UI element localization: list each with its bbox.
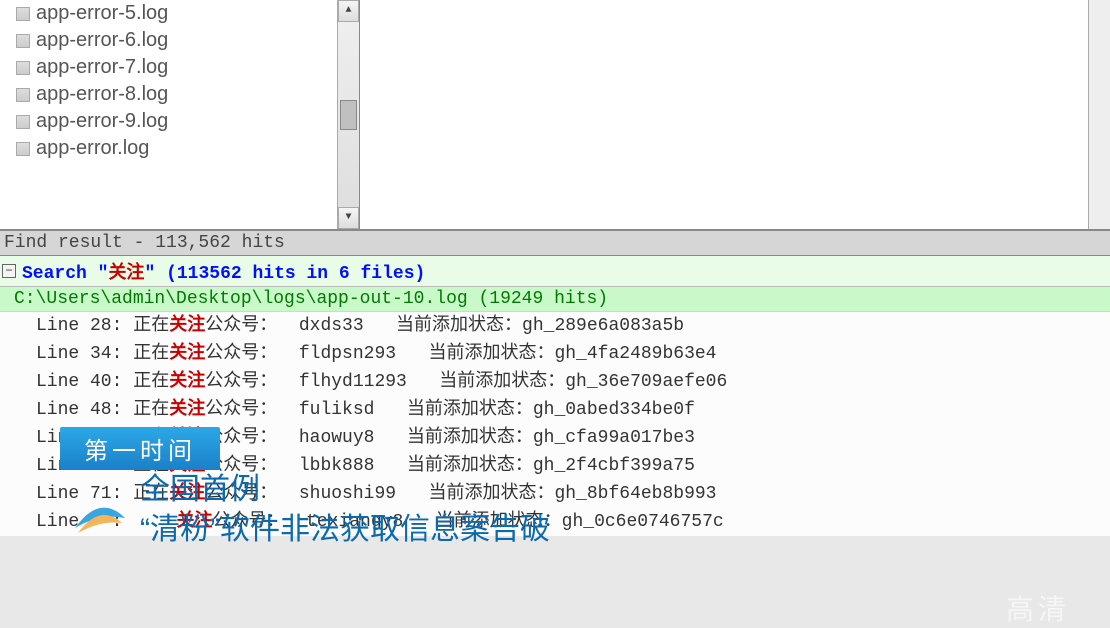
file-item[interactable]: app-error.log [0,135,359,162]
result-line[interactable]: Line 40: 正在关注公众号： flhyd11293 当前添加状态：gh_3… [0,368,1110,396]
line-keyword: 关注 [169,428,205,448]
file-name: app-error-5.log [36,2,168,25]
result-line[interactable]: Line 56: 正在关注公众号： haowuy8 当前添加状态：gh_cfa9… [0,424,1110,452]
line-keyword: 关注 [169,344,205,364]
file-name: app-error-8.log [36,83,168,106]
collapse-toggle[interactable]: − [2,264,16,278]
file-name: app-error-9.log [36,110,168,133]
result-line[interactable]: Line 28: 正在关注公众号： dxds33 当前添加状态：gh_289e6… [0,312,1110,340]
file-icon [16,34,30,48]
search-header: − Search "关注" (113562 hits in 6 files) [0,256,1110,287]
line-label: Line 28: [36,316,122,336]
result-line[interactable]: Line : 关注公众号： texiangy8 当前添加状态：gh_0c6e07… [0,508,1110,536]
file-icon [16,88,30,102]
line-label: Line 34: [36,344,122,364]
file-item[interactable]: app-error-7.log [0,54,359,81]
file-icon [16,7,30,21]
search-prefix: Search [22,264,98,284]
line-pre: 正在 [122,484,169,504]
file-list-scrollbar[interactable]: ▲ ▼ [337,0,359,229]
line-pre: 正在 [122,400,169,420]
line-label: Line 56: [36,428,122,448]
line-label: Line 40: [36,372,122,392]
search-quote-open: " [98,264,109,284]
line-post: 公众号： haowuy8 当前添加状态：gh_cfa99a017be3 [205,428,695,448]
line-label: Line 66: [36,456,122,476]
file-item[interactable]: app-error-8.log [0,81,359,108]
line-label: Line 71: [36,484,122,504]
line-post: 公众号： fldpsn293 当前添加状态：gh_4fa2489b63e4 [205,344,716,364]
line-label: Line 48: [36,400,122,420]
line-pre [122,512,176,532]
file-item[interactable]: app-error-9.log [0,108,359,135]
line-post: 公众号： shuoshi99 当前添加状态：gh_8bf64eb8b993 [205,484,716,504]
file-item[interactable]: app-error-6.log [0,27,359,54]
file-icon [16,61,30,75]
file-icon [16,142,30,156]
find-result-status: Find result - 113,562 hits [0,230,1110,256]
line-label: Line : [36,512,122,532]
line-keyword: 关注 [169,456,205,476]
line-post: 公众号： dxds33 当前添加状态：gh_289e6a083a5b [205,316,684,336]
line-pre: 正在 [122,344,169,364]
search-summary: (113562 hits in 6 files) [166,264,425,284]
scroll-thumb[interactable] [340,100,357,130]
result-line[interactable]: Line 66: 正在关注公众号： lbbk888 当前添加状态：gh_2f4c… [0,452,1110,480]
line-pre: 正在 [122,456,169,476]
line-post: 公众号： fuliksd 当前添加状态：gh_0abed334be0f [205,400,695,420]
file-name: app-error-7.log [36,56,168,79]
line-pre: 正在 [122,372,169,392]
line-keyword: 关注 [169,372,205,392]
line-keyword: 关注 [169,484,205,504]
line-post: 公众号： texiangy8 当前添加状态：gh_0c6e0746757c [212,512,723,532]
line-post: 公众号： flhyd11293 当前添加状态：gh_36e709aefe06 [205,372,727,392]
watermark: 高清 [1006,588,1070,628]
line-post: 公众号： lbbk888 当前添加状态：gh_2f4cbf399a75 [205,456,695,476]
content-scrollbar[interactable] [1088,0,1110,229]
file-item[interactable]: app-error-5.log [0,0,359,27]
search-keyword: 关注 [108,264,144,284]
search-quote-close: " [144,264,155,284]
line-keyword: 关注 [176,512,212,532]
scroll-up-button[interactable]: ▲ [338,0,359,22]
file-icon [16,115,30,129]
line-pre: 正在 [122,428,169,448]
search-results: Line 28: 正在关注公众号： dxds33 当前添加状态：gh_289e6… [0,312,1110,536]
result-line[interactable]: Line 48: 正在关注公众号： fuliksd 当前添加状态：gh_0abe… [0,396,1110,424]
result-line[interactable]: Line 34: 正在关注公众号： fldpsn293 当前添加状态：gh_4f… [0,340,1110,368]
line-keyword: 关注 [169,400,205,420]
scroll-down-button[interactable]: ▼ [338,207,359,229]
content-pane [360,0,1110,229]
result-line[interactable]: Line 71: 正在关注公众号： shuoshi99 当前添加状态：gh_8b… [0,480,1110,508]
file-name: app-error-6.log [36,29,168,52]
file-list-pane: app-error-5.log app-error-6.log app-error-… [0,0,360,229]
line-pre: 正在 [122,316,169,336]
search-file-path[interactable]: C:\Users\admin\Desktop\logs\app-out-10.l… [0,287,1110,312]
line-keyword: 关注 [169,316,205,336]
file-name: app-error.log [36,137,149,160]
top-panel: app-error-5.log app-error-6.log app-error-… [0,0,1110,230]
